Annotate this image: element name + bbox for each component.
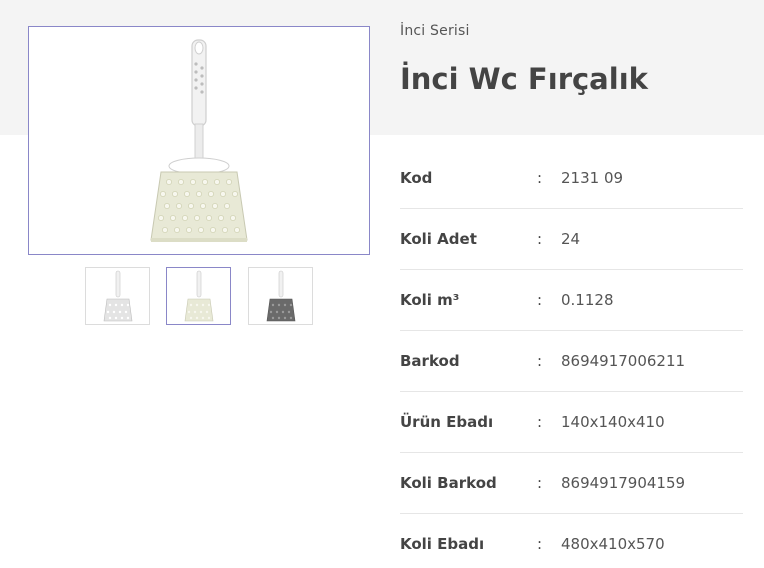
thumbnail-grey[interactable] bbox=[248, 267, 313, 325]
toilet-brush-holder-image bbox=[150, 38, 248, 242]
spec-colon: : bbox=[537, 230, 543, 248]
spec-value: 2131 09 bbox=[561, 169, 624, 187]
spec-label: Barkod bbox=[400, 352, 460, 370]
product-gallery bbox=[28, 26, 370, 325]
spec-colon: : bbox=[537, 474, 543, 492]
product-series: İnci Serisi bbox=[400, 23, 470, 39]
spec-label: Koli Barkod bbox=[400, 474, 497, 492]
spec-value: 480x410x570 bbox=[561, 535, 665, 553]
spec-label: Koli Adet bbox=[400, 230, 477, 248]
spec-row-koli-adet: Koli Adet : 24 bbox=[400, 209, 743, 270]
thumbnail-cream[interactable] bbox=[166, 267, 231, 325]
spec-label: Koli m³ bbox=[400, 291, 460, 309]
spec-value: 8694917006211 bbox=[561, 352, 686, 370]
spec-colon: : bbox=[537, 291, 543, 309]
spec-colon: : bbox=[537, 352, 543, 370]
spec-value: 0.1128 bbox=[561, 291, 614, 309]
thumbnail-strip bbox=[85, 267, 313, 325]
spec-colon: : bbox=[537, 413, 543, 431]
spec-label: Ürün Ebadı bbox=[400, 413, 494, 431]
spec-colon: : bbox=[537, 535, 543, 553]
spec-table: Kod : 2131 09 Koli Adet : 24 Koli m³ : 0… bbox=[400, 148, 743, 568]
spec-row-barkod: Barkod : 8694917006211 bbox=[400, 331, 743, 392]
spec-row-kod: Kod : 2131 09 bbox=[400, 148, 743, 209]
spec-label: Koli Ebadı bbox=[400, 535, 485, 553]
spec-value: 140x140x410 bbox=[561, 413, 665, 431]
thumbnail-white[interactable] bbox=[85, 267, 150, 325]
brush-holder-white-thumbnail bbox=[103, 270, 132, 322]
brush-holder-cream-thumbnail bbox=[184, 270, 213, 322]
main-product-image[interactable] bbox=[28, 26, 370, 255]
spec-label: Kod bbox=[400, 169, 433, 187]
spec-row-koli-barkod: Koli Barkod : 8694917904159 bbox=[400, 453, 743, 514]
spec-colon: : bbox=[537, 169, 543, 187]
product-title: İnci Wc Fırçalık bbox=[400, 62, 648, 96]
brush-holder-grey-thumbnail bbox=[266, 270, 295, 322]
spec-row-koli-ebadi: Koli Ebadı : 480x410x570 bbox=[400, 514, 743, 568]
spec-row-koli-m3: Koli m³ : 0.1128 bbox=[400, 270, 743, 331]
spec-row-urun-ebadi: Ürün Ebadı : 140x140x410 bbox=[400, 392, 743, 453]
spec-value: 8694917904159 bbox=[561, 474, 686, 492]
spec-value: 24 bbox=[561, 230, 581, 248]
